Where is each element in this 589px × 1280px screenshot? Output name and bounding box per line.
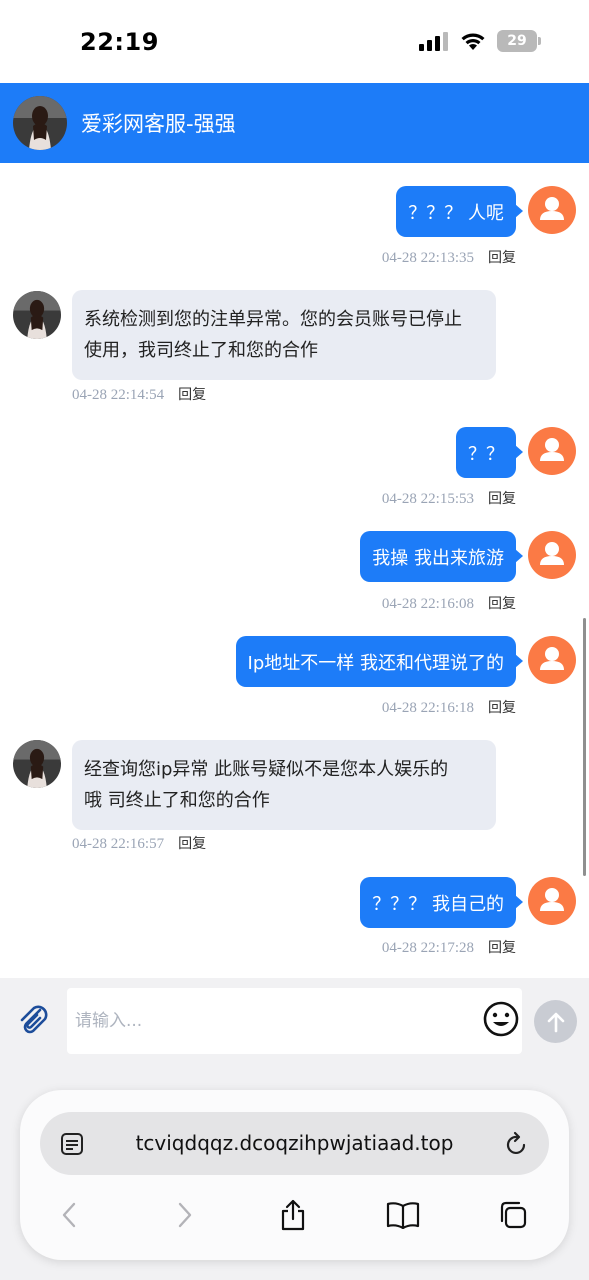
chevron-right-icon [178, 1202, 192, 1228]
message-meta: 04-28 22:17:28 回复 [382, 937, 516, 957]
browser-nav-row [20, 1190, 569, 1240]
forward-button[interactable] [167, 1198, 201, 1232]
agent-avatar [13, 291, 61, 339]
message-line: 哦 司终止了和您的合作 [84, 790, 270, 811]
user-icon [540, 888, 564, 911]
tabs-button[interactable] [496, 1198, 530, 1232]
message-time: 04-28 22:16:57 [72, 836, 165, 852]
chat-header: 爱彩网客服-强强 [0, 83, 589, 163]
paperclip-icon [20, 1005, 48, 1034]
signal-icon [419, 32, 448, 51]
user-avatar [528, 531, 576, 579]
browser-toolbar: tcviqdqqz.dcoqzihpwjatiaad.top [0, 1068, 589, 1280]
chat-title: 爱彩网客服-强强 [81, 112, 236, 136]
arrow-up-icon [547, 1012, 564, 1032]
status-time: 22:19 [80, 28, 159, 56]
user-message-bubble[interactable]: Ip地址不一样 我还和代理说了的 [235, 636, 524, 687]
user-avatar [528, 427, 576, 475]
message-meta: 04-28 22:13:35 回复 [382, 247, 516, 267]
user-avatar [528, 877, 576, 925]
user-icon [540, 542, 564, 565]
attach-button[interactable] [14, 1000, 54, 1040]
smiley-icon [483, 1001, 519, 1037]
message-meta: 04-28 22:16:57 回复 [72, 833, 206, 853]
message-text: Ip地址不一样 我还和代理说了的 [247, 652, 504, 674]
message-time: 04-28 22:16:08 [381, 596, 474, 612]
user-message-bubble[interactable]: ？？？ 我自己的 [360, 877, 523, 928]
message-meta: 04-28 22:16:18 回复 [382, 697, 516, 717]
browser-panel: tcviqdqqz.dcoqzihpwjatiaad.top [20, 1090, 569, 1260]
chevron-left-icon [62, 1202, 76, 1228]
user-icon [540, 647, 564, 670]
message-meta: 04-28 22:15:53 回复 [382, 488, 516, 508]
tabs-icon [500, 1201, 527, 1229]
message-input[interactable] [67, 988, 522, 1054]
user-icon [540, 438, 564, 461]
message-time: 04-28 22:17:28 [381, 940, 474, 956]
input-bar [0, 978, 589, 1068]
user-avatar [528, 636, 576, 684]
message-line: 经查询您ip异常 此账号疑似不是您本人娱乐的 [84, 759, 449, 780]
reply-link[interactable]: 回复 [178, 836, 206, 852]
emoji-button[interactable] [482, 1000, 520, 1038]
agent-avatar [13, 740, 61, 788]
reply-link[interactable]: 回复 [488, 596, 516, 612]
share-button[interactable] [276, 1198, 310, 1232]
url-text: tcviqdqqz.dcoqzihpwjatiaad.top [135, 1131, 454, 1155]
message-text: ？？ [468, 443, 504, 465]
message-list[interactable]: ？？？ 人呢 04-28 22:13:35 回复 系统检测到您的注单异常。您的会员… [0, 163, 589, 978]
message-text: ？？？ 人呢 [408, 202, 504, 224]
reply-link[interactable]: 回复 [488, 250, 516, 266]
agent-avatar[interactable] [13, 96, 67, 150]
reply-link[interactable]: 回复 [488, 940, 516, 956]
message-time: 04-28 22:13:35 [381, 250, 474, 266]
book-icon [386, 1202, 420, 1229]
status-icons: 29 [419, 30, 541, 52]
reply-link[interactable]: 回复 [488, 700, 516, 716]
message-time: 04-28 22:16:18 [381, 700, 474, 716]
message-meta: 04-28 22:14:54 回复 [72, 384, 206, 404]
message-meta: 04-28 22:16:08 回复 [382, 593, 516, 613]
scrollbar[interactable] [583, 618, 586, 876]
share-icon [281, 1199, 305, 1231]
chat-page: 22:19 29 爱彩网客服-强强 ？？？ 人呢 04-28 22:13:35 … [0, 0, 589, 1280]
message-time: 04-28 22:15:53 [381, 491, 474, 507]
agent-message-bubble[interactable]: 经查询您ip异常 此账号疑似不是您本人娱乐的 哦 司终止了和您的合作 [72, 740, 496, 830]
message-time: 04-28 22:14:54 [72, 387, 165, 403]
user-message-bubble[interactable]: ？？？ 人呢 [396, 186, 523, 237]
reply-link[interactable]: 回复 [488, 491, 516, 507]
send-button[interactable] [534, 1000, 577, 1043]
back-button[interactable] [53, 1198, 87, 1232]
user-avatar [528, 186, 576, 234]
battery-indicator: 29 [497, 30, 541, 52]
user-icon [540, 197, 564, 220]
message-text: 我操 我出来旅游 [372, 547, 504, 569]
message-line: 使用，我司终止了和您的合作 [84, 340, 318, 361]
status-bar: 22:19 29 [0, 0, 589, 83]
agent-message-bubble[interactable]: 系统检测到您的注单异常。您的会员账号已停止 使用，我司终止了和您的合作 [72, 290, 496, 380]
reload-icon[interactable] [505, 1131, 529, 1157]
address-bar[interactable]: tcviqdqqz.dcoqzihpwjatiaad.top [40, 1112, 549, 1175]
message-text: ？？？ 我自己的 [372, 893, 504, 915]
wifi-icon [461, 33, 485, 50]
user-message-bubble[interactable]: 我操 我出来旅游 [360, 531, 523, 582]
user-message-bubble[interactable]: ？？ [456, 427, 523, 478]
reply-link[interactable]: 回复 [178, 387, 206, 403]
bookmarks-button[interactable] [386, 1198, 420, 1232]
message-line: 系统检测到您的注单异常。您的会员账号已停止 [84, 309, 462, 330]
